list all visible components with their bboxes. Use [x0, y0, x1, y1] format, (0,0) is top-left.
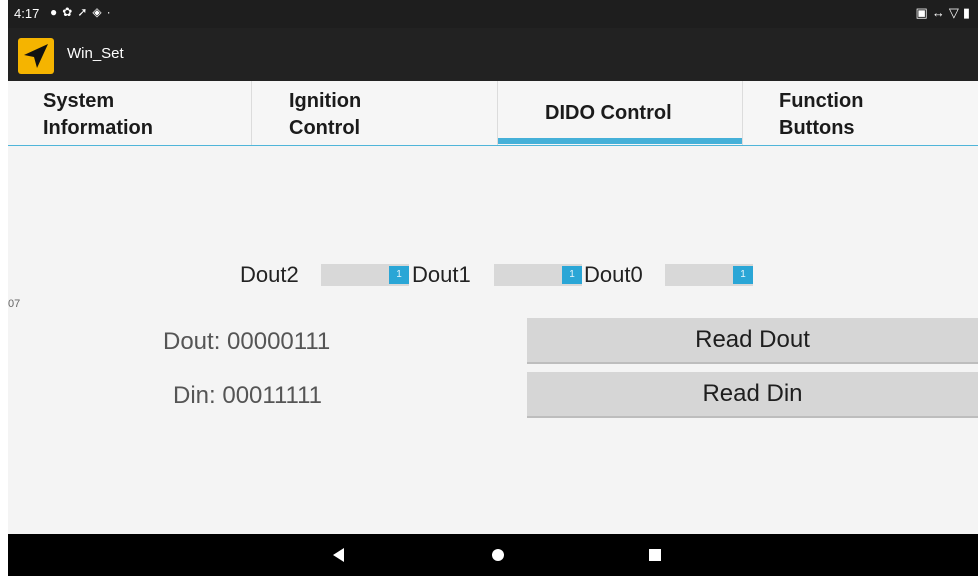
dout1-label: Dout1: [412, 262, 471, 287]
wifi-icon: ▽: [948, 5, 963, 20]
tab-label-line1: System: [43, 90, 115, 112]
tab-label-line1: Ignition: [289, 90, 362, 112]
dout-reading: Dout: 00000111: [163, 328, 331, 355]
status-icons-right: ▣↔▽▮: [916, 5, 974, 21]
tab-bar: System Information Ignition Control DIDO…: [8, 81, 978, 146]
battery-icon: ▮: [962, 5, 974, 20]
tab-system-information[interactable]: System Information: [8, 81, 252, 145]
tab-label-line2: Information: [43, 117, 153, 139]
back-icon[interactable]: [333, 548, 344, 562]
app-title: Win_Set: [67, 45, 124, 62]
dout0-toggle-thumb: 1: [733, 266, 753, 284]
dout2-toggle[interactable]: 1: [321, 264, 409, 286]
screen: 4:17 ●✿➚◈· ▣↔▽▮ Win_Set System Informati…: [8, 0, 978, 576]
tab-ignition-control[interactable]: Ignition Control: [252, 81, 498, 145]
gear-icon: ✿: [62, 5, 78, 19]
tab-function-buttons[interactable]: Function Buttons: [743, 81, 978, 145]
dout1-toggle[interactable]: 1: [494, 264, 582, 286]
navigation-arrow-glyph: [24, 44, 48, 68]
dout2-label: Dout2: [240, 262, 299, 287]
dout1-toggle-thumb: 1: [562, 266, 582, 284]
nfc-icon: ▣: [915, 5, 932, 20]
status-bar: 4:17 ●✿➚◈· ▣↔▽▮: [8, 0, 978, 28]
status-icons-left: ●✿➚◈·: [50, 5, 116, 19]
tab-label: DIDO Control: [545, 102, 672, 124]
din-reading: Din: 00011111: [173, 382, 323, 409]
read-din-button[interactable]: Read Din: [527, 372, 978, 418]
location-arrow-icon: ➚: [77, 5, 93, 19]
home-icon[interactable]: [492, 549, 504, 561]
tab-dido-control[interactable]: DIDO Control: [498, 81, 743, 145]
dout0-toggle[interactable]: 1: [665, 264, 753, 286]
selected-tab-indicator: [498, 138, 742, 144]
swap-icon: ↔: [931, 5, 949, 20]
dout-toggle-row: Dout2 1 Dout1 1 Dout0 1: [8, 262, 978, 288]
tab-label-line2: Buttons: [779, 117, 855, 139]
tab-label-line2: Control: [289, 117, 361, 139]
action-bar: Win_Set: [8, 28, 978, 81]
dot-icon: ·: [106, 5, 116, 19]
shield-icon: ◈: [92, 5, 107, 19]
tab-label-line1: Function: [779, 90, 864, 112]
circle-app-icon: ●: [50, 5, 63, 19]
side-value: 07: [8, 298, 21, 310]
navigation-arrow-icon[interactable]: [18, 38, 54, 74]
status-time: 4:17: [14, 6, 40, 21]
recents-icon[interactable]: [649, 549, 661, 561]
read-dout-button[interactable]: Read Dout: [527, 318, 978, 364]
dout0-label: Dout0: [584, 262, 643, 287]
navigation-bar: [8, 534, 978, 576]
dout2-toggle-thumb: 1: [389, 266, 409, 284]
